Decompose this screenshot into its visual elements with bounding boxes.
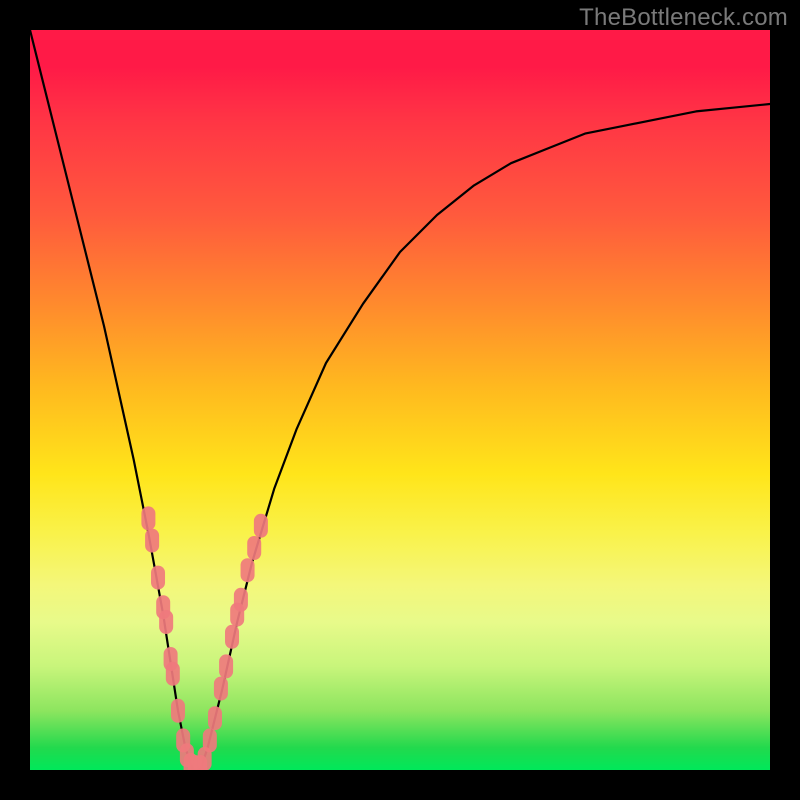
curve-marker — [171, 699, 185, 723]
plot-gradient-area — [30, 30, 770, 770]
curve-marker — [203, 728, 217, 752]
marker-group — [141, 506, 267, 770]
curve-marker — [219, 654, 233, 678]
curve-marker — [234, 588, 248, 612]
curve-marker — [145, 529, 159, 553]
curve-marker — [214, 677, 228, 701]
watermark-text: TheBottleneck.com — [579, 4, 788, 32]
chart-frame: TheBottleneck.com — [0, 0, 800, 800]
curve-marker — [159, 610, 173, 634]
curve-marker — [208, 706, 222, 730]
curve-marker — [247, 536, 261, 560]
curve-marker — [151, 566, 165, 590]
bottleneck-curve-path — [30, 30, 770, 770]
curve-marker — [225, 625, 239, 649]
curve-marker — [141, 506, 155, 530]
curve-marker — [166, 662, 180, 686]
bottleneck-curve-svg — [30, 30, 770, 770]
curve-marker — [241, 558, 255, 582]
curve-marker — [254, 514, 268, 538]
